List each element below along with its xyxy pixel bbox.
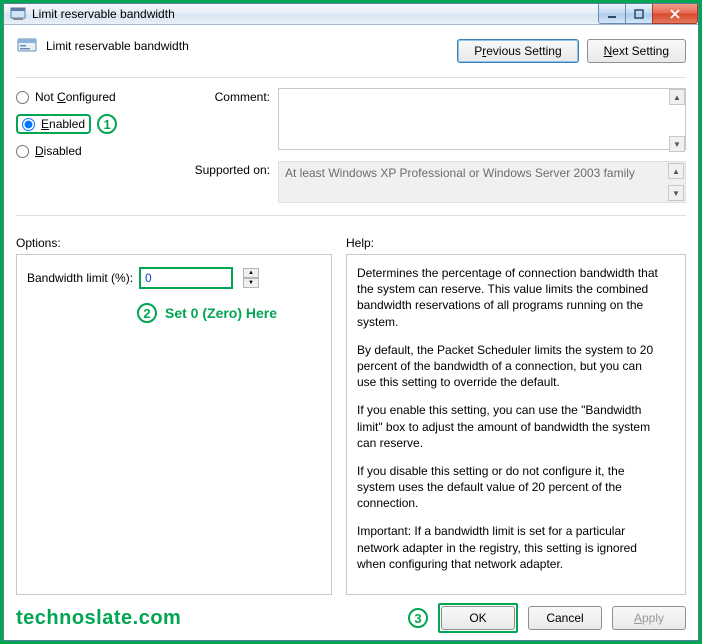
bandwidth-limit-input[interactable]: [141, 269, 231, 287]
minimize-button[interactable]: [598, 4, 626, 24]
comment-textarea[interactable]: [278, 88, 686, 150]
settings-icon: [16, 35, 38, 57]
radio-not-configured[interactable]: Not Configured: [16, 90, 156, 104]
titlebar: Limit reservable bandwidth: [4, 4, 698, 25]
spinner-down-button[interactable]: ▼: [243, 278, 259, 288]
scroll-down-icon: ▼: [668, 185, 684, 201]
policy-icon: [10, 6, 26, 22]
divider: [16, 215, 686, 216]
help-panel: Determines the percentage of connection …: [346, 254, 686, 595]
help-text: By default, the Packet Scheduler limits …: [357, 342, 663, 391]
bandwidth-label: Bandwidth limit (%):: [27, 271, 133, 285]
radio-enabled[interactable]: Enabled: [22, 117, 85, 131]
help-label: Help:: [346, 236, 686, 250]
apply-button[interactable]: Apply: [612, 606, 686, 630]
annotation-2-text: Set 0 (Zero) Here: [165, 305, 277, 321]
options-label: Options:: [16, 236, 332, 250]
help-text: Important: If a bandwidth limit is set f…: [357, 523, 663, 572]
titlebar-text: Limit reservable bandwidth: [32, 7, 598, 21]
divider: [16, 77, 686, 78]
previous-setting-button[interactable]: Previous Setting: [457, 39, 578, 63]
scroll-down-icon[interactable]: ▼: [669, 136, 685, 152]
options-panel: Bandwidth limit (%): ▲ ▼ 2 Set 0 (Zero) …: [16, 254, 332, 595]
close-button[interactable]: [652, 4, 698, 24]
scroll-up-icon[interactable]: ▲: [669, 89, 685, 105]
spinner-up-button[interactable]: ▲: [243, 268, 259, 278]
annotation-1: 1: [97, 114, 117, 134]
help-text: Determines the percentage of connection …: [357, 265, 663, 330]
dialog-window: Limit reservable bandwidth Limit reserva…: [3, 3, 699, 641]
window-controls: [598, 4, 698, 24]
watermark: technoslate.com: [16, 607, 181, 630]
help-text: If you disable this setting or do not co…: [357, 463, 663, 512]
page-title: Limit reservable bandwidth: [46, 39, 189, 53]
annotation-3: 3: [408, 608, 428, 628]
cancel-button[interactable]: Cancel: [528, 606, 602, 630]
help-text: If you enable this setting, you can use …: [357, 402, 663, 451]
comment-label: Comment:: [174, 88, 270, 104]
supported-label: Supported on:: [174, 161, 270, 177]
scroll-up-icon: ▲: [668, 163, 684, 179]
ok-button[interactable]: OK: [441, 606, 515, 630]
maximize-button[interactable]: [625, 4, 653, 24]
supported-on-text: At least Windows XP Professional or Wind…: [278, 161, 686, 203]
annotation-2: 2: [137, 303, 157, 323]
next-setting-button[interactable]: Next Setting: [587, 39, 686, 63]
radio-disabled[interactable]: Disabled: [16, 144, 156, 158]
